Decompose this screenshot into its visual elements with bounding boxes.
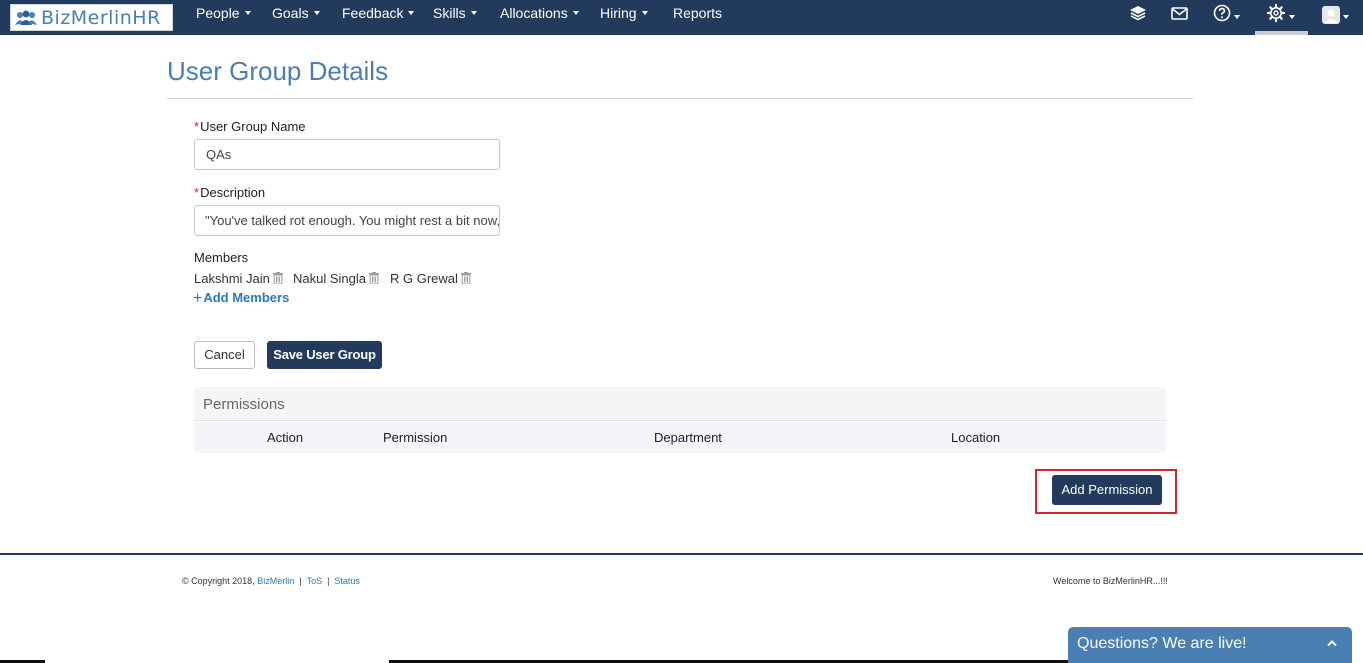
permissions-header: Permissions <box>194 387 1166 421</box>
permissions-table-header: Action Permission Department Location <box>194 422 1166 453</box>
nav-skills[interactable]: Skills <box>433 0 477 35</box>
caret-down-icon <box>641 11 648 16</box>
nav-people[interactable]: People <box>196 0 251 35</box>
member-item: Nakul Singla <box>293 271 379 286</box>
trash-icon[interactable] <box>272 272 283 284</box>
layers-icon[interactable] <box>1128 0 1148 35</box>
nav-allocations-label: Allocations <box>500 5 568 21</box>
nav-goals[interactable]: Goals <box>272 0 320 35</box>
separator: | <box>299 576 302 586</box>
cancel-button[interactable]: Cancel <box>194 341 255 369</box>
nav-people-label: People <box>196 5 240 21</box>
column-header-action: Action <box>267 430 304 445</box>
caret-down-icon <box>313 11 320 16</box>
chat-label: Questions? We are live! <box>1077 635 1247 652</box>
plus-icon: + <box>193 290 203 307</box>
permissions-panel: Permissions Action Permission Department… <box>194 387 1166 453</box>
description-label: *Description <box>194 185 266 200</box>
brand-name: BizMerlinHR <box>41 7 161 29</box>
add-permission-button[interactable]: Add Permission <box>1052 475 1162 505</box>
help-icon <box>1213 4 1231 22</box>
chevron-up-icon <box>1327 640 1337 647</box>
column-header-permission: Permission <box>383 430 448 445</box>
copyright-text: © Copyright 2018, <box>182 576 255 586</box>
member-name: Nakul Singla <box>293 271 366 286</box>
required-marker: * <box>194 119 200 134</box>
settings-active-indicator <box>1255 31 1308 35</box>
nav-allocations[interactable]: Allocations <box>500 0 579 35</box>
member-item: R G Grewal <box>390 271 471 286</box>
member-name: R G Grewal <box>390 271 458 286</box>
nav-hiring-label: Hiring <box>600 5 637 21</box>
description-input[interactable]: "You've talked rot enough. You might res… <box>194 205 500 236</box>
title-divider <box>167 98 1193 99</box>
member-name: Lakshmi Jain <box>194 271 270 286</box>
nav-reports[interactable]: Reports <box>673 0 722 35</box>
nav-goals-label: Goals <box>272 5 309 21</box>
nav-skills-label: Skills <box>433 5 466 21</box>
user-group-name-label: *User Group Name <box>194 119 306 134</box>
footer-divider <box>0 553 1363 555</box>
column-header-department: Department <box>654 430 722 445</box>
caret-down-icon <box>1343 15 1349 19</box>
trash-icon[interactable] <box>369 272 379 284</box>
nav-reports-label: Reports <box>673 5 723 21</box>
avatar-icon <box>1322 6 1340 24</box>
live-chat-widget[interactable]: Questions? We are live! <box>1068 627 1352 663</box>
footer-welcome: Welcome to BizMerlinHR...!!! <box>1053 576 1168 586</box>
caret-down-icon <box>572 11 579 16</box>
gear-icon <box>1267 4 1285 22</box>
page-title: User Group Details <box>167 56 389 86</box>
members-label: Members <box>194 250 249 265</box>
mail-icon[interactable] <box>1170 0 1190 35</box>
settings-menu[interactable] <box>1266 0 1298 35</box>
footer-link-bizmerlin[interactable]: BizMerlin <box>257 576 294 586</box>
member-item: Lakshmi Jain <box>194 271 283 286</box>
user-group-name-input[interactable]: QAs <box>194 139 500 170</box>
top-navbar: BizMerlinHR People Goals Feedback Skills… <box>0 0 1363 35</box>
footer-copyright: © Copyright 2018, BizMerlin | ToS | Status <box>182 576 360 586</box>
save-user-group-button[interactable]: Save User Group <box>267 341 382 369</box>
people-logo-icon <box>15 10 37 25</box>
nav-hiring[interactable]: Hiring <box>600 0 648 35</box>
footer-link-tos[interactable]: ToS <box>307 576 323 586</box>
caret-down-icon <box>1234 15 1240 19</box>
add-members-link[interactable]: +Add Members <box>193 289 289 307</box>
caret-down-icon <box>1289 15 1295 19</box>
trash-icon[interactable] <box>460 272 471 284</box>
brand-logo[interactable]: BizMerlinHR <box>10 4 173 31</box>
footer-link-status[interactable]: Status <box>334 576 360 586</box>
caret-down-icon <box>408 11 415 16</box>
user-menu[interactable] <box>1321 0 1349 35</box>
required-marker: * <box>194 185 200 200</box>
caret-down-icon <box>244 11 251 16</box>
column-header-location: Location <box>951 430 1001 445</box>
separator: | <box>327 576 330 586</box>
permissions-title: Permissions <box>203 396 285 413</box>
nav-feedback[interactable]: Feedback <box>342 0 415 35</box>
nav-feedback-label: Feedback <box>342 5 404 21</box>
help-menu[interactable] <box>1212 0 1244 35</box>
caret-down-icon <box>470 11 477 16</box>
